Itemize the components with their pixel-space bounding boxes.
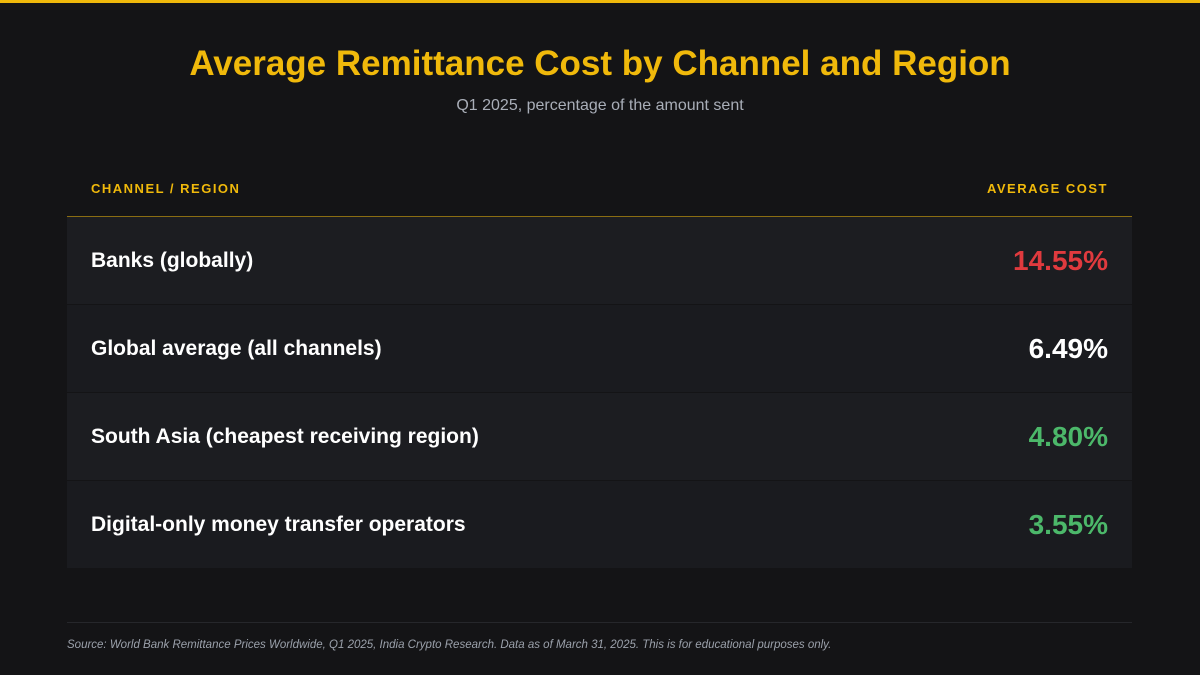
accent-top-bar	[0, 0, 1200, 3]
row-value: 4.80%	[1028, 420, 1108, 452]
table-row: Global average (all channels) 6.49%	[67, 305, 1132, 393]
page-subtitle: Q1 2025, percentage of the amount sent	[456, 97, 744, 114]
table-row: South Asia (cheapest receiving region) 4.…	[67, 393, 1132, 481]
table-row: Digital-only money transfer operators 3.5…	[67, 481, 1132, 569]
row-label: Banks (globally)	[91, 248, 254, 272]
row-value: 3.55%	[1028, 508, 1108, 540]
table-row: Banks (globally) 14.55%	[67, 217, 1132, 305]
source-note: Source: World Bank Remittance Prices Wor…	[67, 639, 832, 651]
footer-divider	[67, 622, 1132, 623]
table-header: CHANNEL / REGION AVERAGE COST	[67, 160, 1132, 217]
page-title: Average Remittance Cost by Channel and R…	[189, 44, 1011, 83]
column-header-channel: CHANNEL / REGION	[91, 180, 241, 196]
table-body: Banks (globally) 14.55% Global average (al…	[67, 217, 1132, 569]
row-label: Digital-only money transfer operators	[91, 512, 466, 536]
remittance-cost-table: CHANNEL / REGION AVERAGE COST Banks (glo…	[67, 160, 1132, 569]
row-value: 6.49%	[1028, 332, 1108, 364]
row-label: Global average (all channels)	[91, 336, 382, 360]
row-value: 14.55%	[1013, 244, 1108, 276]
row-label: South Asia (cheapest receiving region)	[91, 424, 479, 448]
column-header-cost: AVERAGE COST	[986, 180, 1108, 196]
